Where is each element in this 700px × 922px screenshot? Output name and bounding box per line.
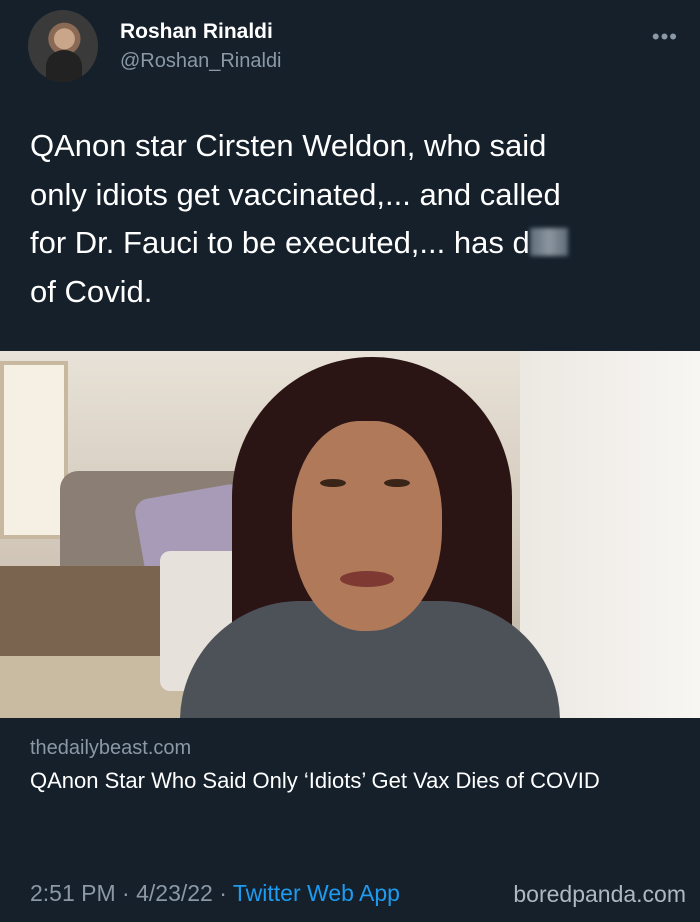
person-face: [292, 421, 442, 631]
link-card-meta[interactable]: thedailybeast.com QAnon Star Who Said On…: [0, 718, 700, 836]
display-name[interactable]: Roshan Rinaldi: [120, 20, 273, 44]
watermark: boredpanda.com: [513, 881, 686, 907]
person-eye: [384, 479, 410, 487]
censor-blur: [529, 228, 568, 256]
tweet-text-line: only idiots get vaccinated,... and calle…: [30, 176, 561, 212]
separator: ·: [219, 880, 227, 906]
person-eye: [320, 479, 346, 487]
background-window: [0, 361, 68, 539]
user-handle[interactable]: @Roshan_Rinaldi: [120, 50, 282, 73]
link-card-image[interactable]: [0, 351, 700, 718]
person-mouth: [340, 571, 394, 587]
more-options-icon[interactable]: •••: [652, 24, 678, 50]
tweet-text: QAnon star Cirsten Weldon, who said only…: [30, 122, 670, 316]
link-card-title: QAnon Star Who Said Only ‘Idiots’ Get Va…: [30, 768, 600, 793]
avatar[interactable]: [28, 10, 98, 82]
tweet-time[interactable]: 2:51 PM: [30, 880, 116, 906]
separator: ·: [122, 880, 130, 906]
tweet-text-line: of Covid.: [30, 273, 153, 309]
tweet-text-line: for Dr. Fauci to be executed,... has d: [30, 219, 670, 268]
tweet-timestamp: 2:51 PM · 4/23/22 · Twitter Web App: [30, 880, 400, 907]
tweet-date[interactable]: 4/23/22: [136, 880, 213, 906]
tweet-header: Roshan Rinaldi @Roshan_Rinaldi •••: [28, 10, 678, 82]
link-card-domain: thedailybeast.com: [30, 737, 192, 759]
source-app-link[interactable]: Twitter Web App: [233, 880, 400, 906]
tweet-text-line: QAnon star Cirsten Weldon, who said: [30, 128, 547, 163]
background-wall: [520, 351, 700, 718]
tweet-text-line-prefix: for Dr. Fauci to be executed,... has d: [30, 225, 530, 260]
